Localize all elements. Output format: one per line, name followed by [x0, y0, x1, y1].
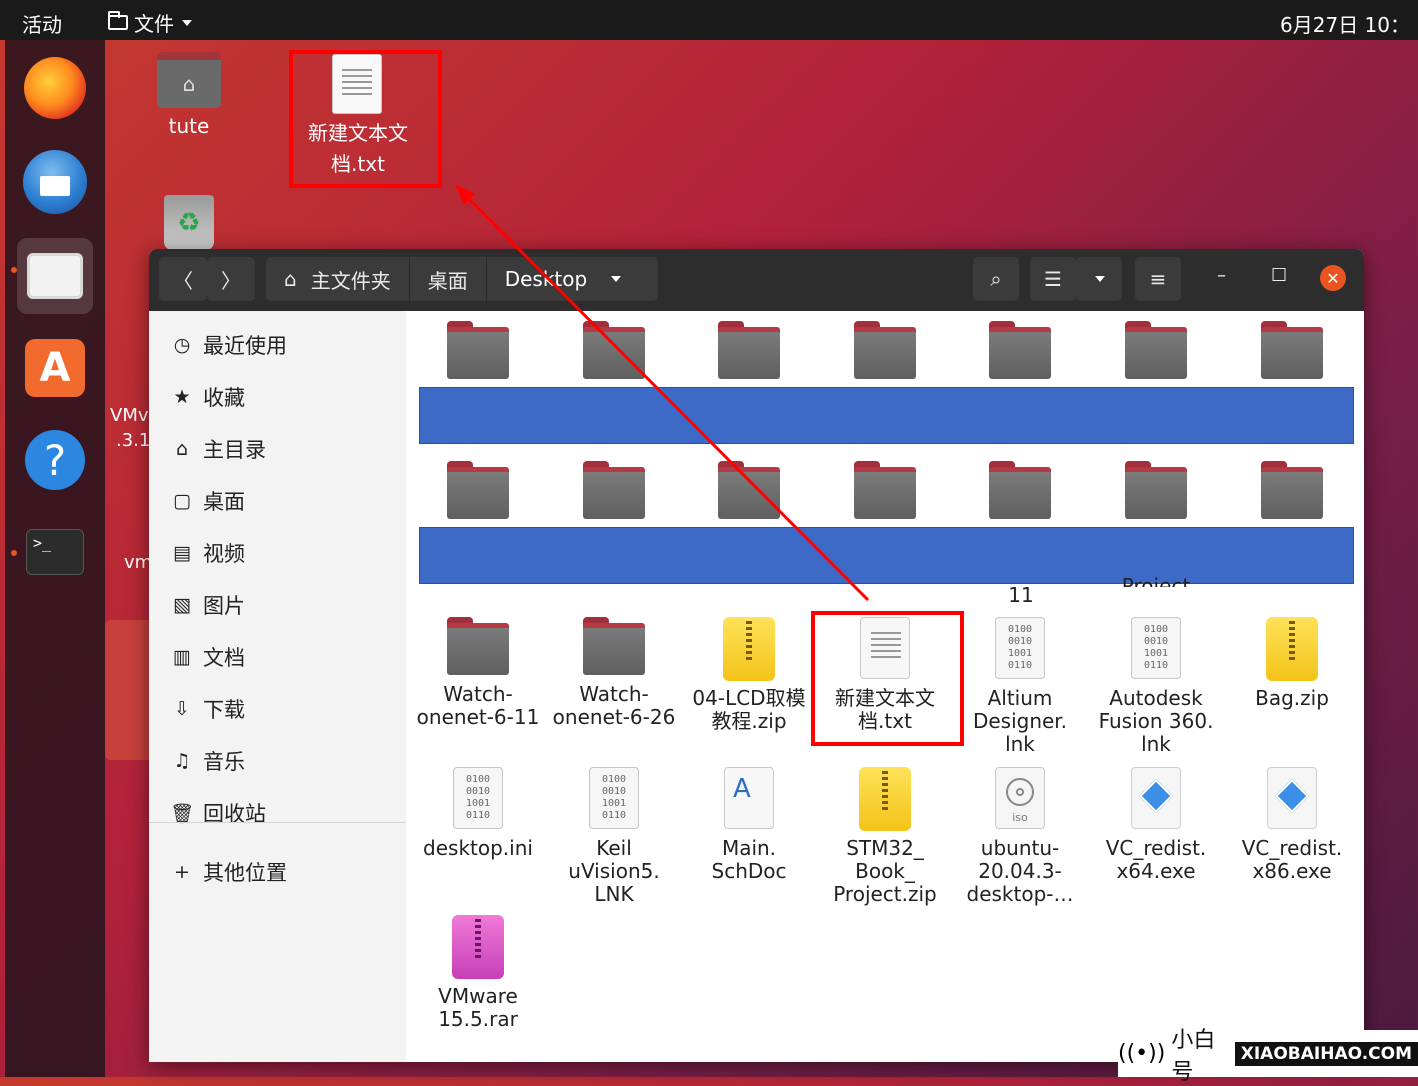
- drag-arrow: [455, 184, 870, 602]
- watermark-en: XIAOBAIHAO.COM: [1234, 1041, 1418, 1066]
- arrow-line: [464, 194, 870, 602]
- broadcast-icon: ((•)): [1118, 1041, 1166, 1066]
- watermark-cn: 小白号: [1171, 1027, 1216, 1085]
- watermark: ((•)) 小白号 XIAOBAIHAO.COM: [1118, 1028, 1418, 1085]
